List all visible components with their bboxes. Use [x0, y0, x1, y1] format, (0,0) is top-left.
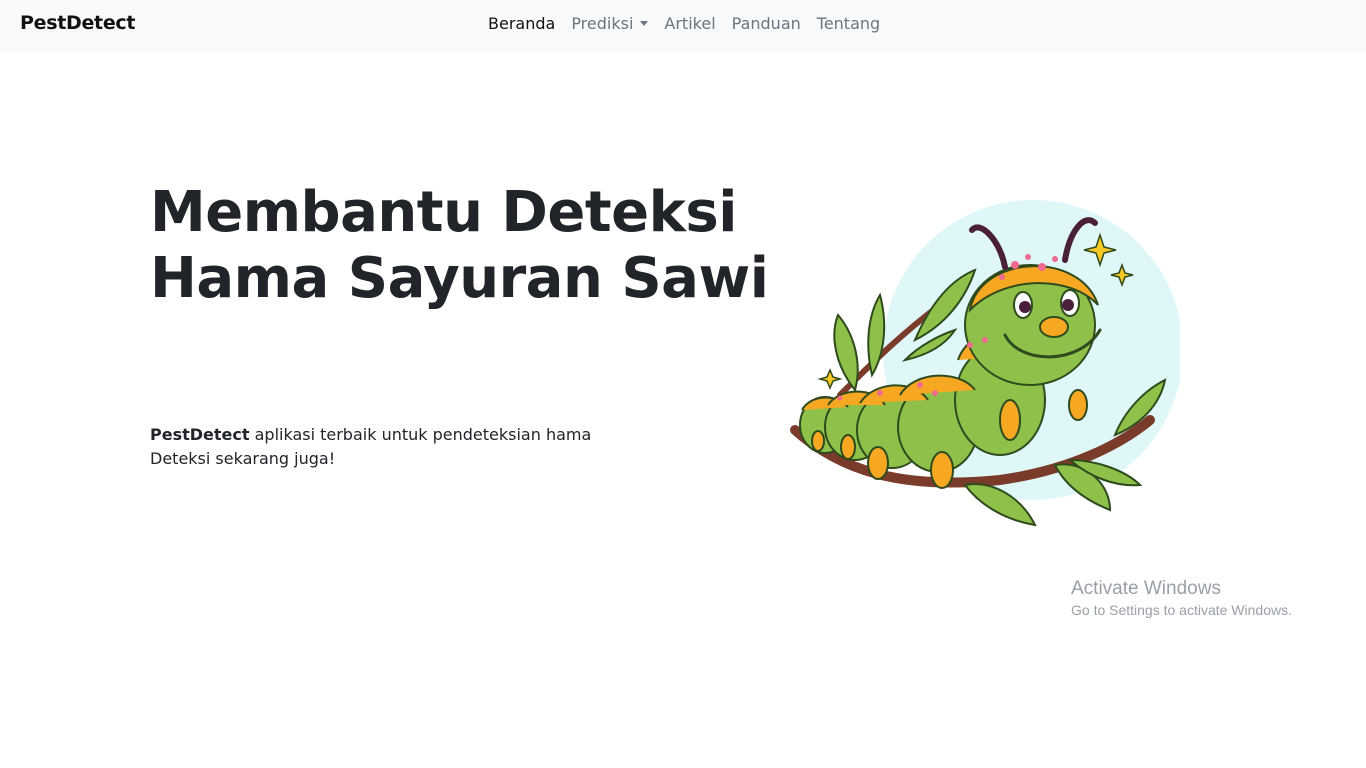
nav-item-panduan[interactable]: Panduan [732, 14, 801, 33]
nav-item-tentang[interactable]: Tentang [817, 14, 880, 33]
hero-title: Membantu Deteksi Hama Sayuran Sawi [150, 180, 770, 312]
hero-description-text: aplikasi terbaik untuk pendeteksian hama [249, 425, 592, 444]
watermark-subtitle: Go to Settings to activate Windows. [1071, 602, 1292, 618]
brand-logo[interactable]: PestDetect [20, 12, 135, 34]
nav-item-prediksi-label: Prediksi [571, 14, 634, 33]
windows-activation-watermark: Activate Windows Go to Settings to activ… [1071, 578, 1292, 618]
hero-description-cta: Deteksi sekarang juga! [150, 449, 336, 468]
nav-item-prediksi[interactable]: Prediksi [571, 14, 649, 33]
hero-description: PestDetect aplikasi terbaik untuk pendet… [150, 423, 670, 471]
nav-item-artikel[interactable]: Artikel [664, 14, 715, 33]
hero-description-brand: PestDetect [150, 425, 250, 444]
hero-title-line2: Hama Sayuran Sawi [150, 246, 769, 311]
watermark-title: Activate Windows [1071, 578, 1221, 599]
caterpillar-illustration [790, 200, 1180, 527]
top-navbar: PestDetect Beranda Prediksi Artikel Pand… [0, 0, 1366, 52]
nav-item-beranda[interactable]: Beranda [488, 14, 555, 33]
chevron-down-icon [640, 21, 649, 26]
nav-menu: Beranda Prediksi Artikel Panduan Tentang [488, 14, 880, 33]
hero-title-line1: Membantu Deteksi [150, 180, 737, 245]
